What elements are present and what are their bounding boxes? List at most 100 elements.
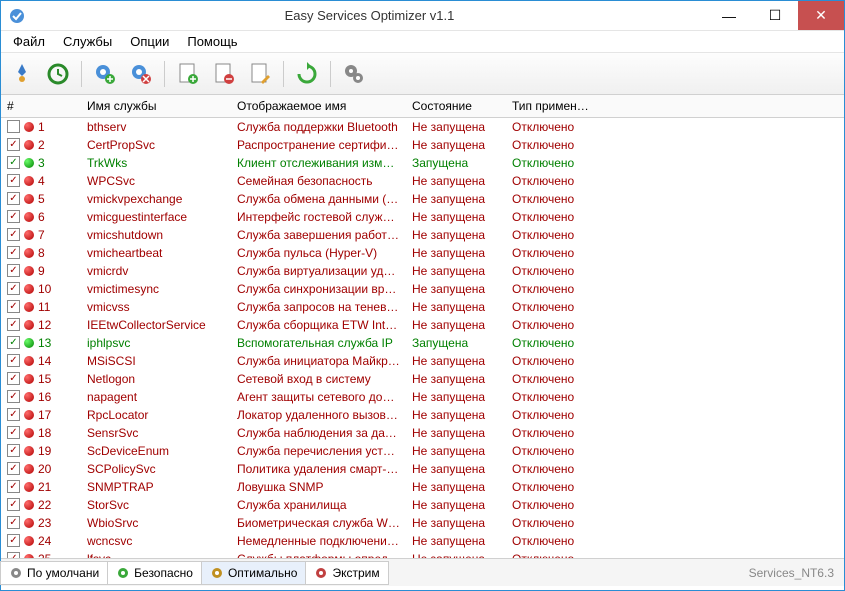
row-checkbox[interactable]: ✓ (7, 426, 20, 439)
profile-extreme[interactable]: Экстрим (305, 561, 388, 585)
table-row[interactable]: ✓21SNMPTRAPЛовушка SNMPНе запущенаОтключ… (1, 478, 844, 496)
row-checkbox[interactable]: ✓ (7, 210, 20, 223)
row-checkbox[interactable]: ✓ (7, 480, 20, 493)
row-checkbox[interactable] (7, 120, 20, 133)
row-checkbox[interactable]: ✓ (7, 282, 20, 295)
table-row[interactable]: 1bthservСлужба поддержки BluetoothНе зап… (1, 118, 844, 136)
cell-display-name: Служба поддержки Bluetooth (231, 118, 406, 136)
cell-apply: Отключено (506, 370, 844, 388)
row-checkbox[interactable]: ✓ (7, 318, 20, 331)
profile-safe[interactable]: Безопасно (107, 561, 202, 585)
profile-default[interactable]: По умолчани (0, 561, 108, 585)
row-checkbox[interactable]: ✓ (7, 534, 20, 547)
table-row[interactable]: ✓19ScDeviceEnumСлужба перечисления устро… (1, 442, 844, 460)
profile-label: Безопасно (134, 566, 193, 580)
col-apply-type[interactable]: Тип примен… (506, 95, 844, 118)
menu-help[interactable]: Помощь (179, 32, 245, 51)
row-checkbox[interactable]: ✓ (7, 138, 20, 151)
table-row[interactable]: ✓15NetlogonСетевой вход в системуНе запу… (1, 370, 844, 388)
row-checkbox[interactable]: ✓ (7, 372, 20, 385)
table-row[interactable]: ✓11vmicvssСлужба запросов на теневое …Не… (1, 298, 844, 316)
toolbar-settings-button[interactable] (339, 59, 369, 89)
minimize-button[interactable]: — (706, 1, 752, 30)
cell-state: Запущена (406, 334, 506, 352)
toolbar-gear-add-button[interactable] (90, 59, 120, 89)
row-number: 18 (38, 426, 51, 440)
table-header-row: # Имя службы Отображаемое имя Состояние … (1, 95, 844, 118)
close-button[interactable]: ✕ (798, 1, 844, 30)
row-checkbox[interactable]: ✓ (7, 174, 20, 187)
cell-apply: Отключено (506, 550, 844, 559)
row-checkbox[interactable]: ✓ (7, 516, 20, 529)
table-row[interactable]: ✓2CertPropSvcРаспространение сертификата… (1, 136, 844, 154)
status-dot-icon (24, 140, 34, 150)
cell-apply: Отключено (506, 136, 844, 154)
cell-state: Не запущена (406, 406, 506, 424)
table-row[interactable]: ✓20SCPolicySvcПолитика удаления смарт-ка… (1, 460, 844, 478)
row-checkbox[interactable]: ✓ (7, 156, 20, 169)
row-checkbox[interactable]: ✓ (7, 246, 20, 259)
row-checkbox[interactable]: ✓ (7, 192, 20, 205)
maximize-button[interactable]: ☐ (752, 1, 798, 30)
row-checkbox[interactable]: ✓ (7, 498, 20, 511)
col-number[interactable]: # (1, 95, 81, 118)
row-number: 6 (38, 210, 45, 224)
row-checkbox[interactable]: ✓ (7, 462, 20, 475)
toolbar-refresh-button[interactable] (292, 59, 322, 89)
table-row[interactable]: ✓23WbioSrvcБиометрическая служба Wind…Не… (1, 514, 844, 532)
col-display-name[interactable]: Отображаемое имя (231, 95, 406, 118)
col-state[interactable]: Состояние (406, 95, 506, 118)
status-dot-icon (24, 320, 34, 330)
table-row[interactable]: ✓6vmicguestinterfaceИнтерфейс гостевой с… (1, 208, 844, 226)
table-row[interactable]: ✓25lfsvcСлужбы платформы определ…Не запу… (1, 550, 844, 559)
cell-state: Не запущена (406, 514, 506, 532)
table-row[interactable]: ✓17RpcLocatorЛокатор удаленного вызова …… (1, 406, 844, 424)
table-row[interactable]: ✓4WPCSvcСемейная безопасностьНе запущена… (1, 172, 844, 190)
menu-services[interactable]: Службы (55, 32, 120, 51)
cell-display-name: Служба синхронизации време… (231, 280, 406, 298)
table-row[interactable]: ✓8vmicheartbeatСлужба пульса (Hyper-V)Не… (1, 244, 844, 262)
table-row[interactable]: ✓12IEEtwCollectorServiceСлужба сборщика … (1, 316, 844, 334)
row-checkbox[interactable]: ✓ (7, 300, 20, 313)
table-row[interactable]: ✓10vmictimesyncСлужба синхронизации врем… (1, 280, 844, 298)
cell-state: Не запущена (406, 352, 506, 370)
table-row[interactable]: ✓22StorSvcСлужба хранилищаНе запущенаОтк… (1, 496, 844, 514)
toolbar-doc-add-button[interactable] (173, 59, 203, 89)
cell-display-name: Служба сборщика ETW Intern… (231, 316, 406, 334)
table-row[interactable]: ✓9vmicrdvСлужба виртуализации удал…Не за… (1, 262, 844, 280)
menu-file[interactable]: Файл (5, 32, 53, 51)
row-checkbox[interactable]: ✓ (7, 444, 20, 457)
gear-icon (116, 566, 130, 580)
toolbar-doc-remove-button[interactable] (209, 59, 239, 89)
toolbar-clock-button[interactable] (43, 59, 73, 89)
status-dot-icon (24, 212, 34, 222)
row-checkbox[interactable]: ✓ (7, 264, 20, 277)
table-row[interactable]: ✓5vmickvpexchangeСлужба обмена данными (… (1, 190, 844, 208)
toolbar-gear-remove-button[interactable] (126, 59, 156, 89)
cell-display-name: Служба запросов на теневое … (231, 298, 406, 316)
service-table-wrap[interactable]: # Имя службы Отображаемое имя Состояние … (1, 95, 844, 558)
table-row[interactable]: ✓3TrkWksКлиент отслеживания измени…Запущ… (1, 154, 844, 172)
table-row[interactable]: ✓13iphlpsvcВспомогательная служба IPЗапу… (1, 334, 844, 352)
col-service-name[interactable]: Имя службы (81, 95, 231, 118)
menu-options[interactable]: Опции (122, 32, 177, 51)
toolbar-rocket-button[interactable] (7, 59, 37, 89)
row-checkbox[interactable]: ✓ (7, 390, 20, 403)
cell-display-name: Немедленные подключения … (231, 532, 406, 550)
toolbar-doc-edit-button[interactable] (245, 59, 275, 89)
cell-service-name: vmicheartbeat (81, 244, 231, 262)
table-row[interactable]: ✓24wcncsvcНемедленные подключения …Не за… (1, 532, 844, 550)
row-checkbox[interactable]: ✓ (7, 336, 20, 349)
row-checkbox[interactable]: ✓ (7, 408, 20, 421)
row-checkbox[interactable]: ✓ (7, 552, 20, 558)
cell-service-name: vmickvpexchange (81, 190, 231, 208)
table-row[interactable]: ✓18SensrSvcСлужба наблюдения за датч…Не … (1, 424, 844, 442)
profile-optimal[interactable]: Оптимально (201, 561, 307, 585)
row-checkbox[interactable]: ✓ (7, 228, 20, 241)
table-row[interactable]: ✓7vmicshutdownСлужба завершения работы …… (1, 226, 844, 244)
table-row[interactable]: ✓16napagentАгент защиты сетевого дост…Не… (1, 388, 844, 406)
toolbar-separator (164, 61, 165, 87)
table-row[interactable]: ✓14MSiSCSIСлужба инициатора Майкрос…Не з… (1, 352, 844, 370)
row-checkbox[interactable]: ✓ (7, 354, 20, 367)
profile-label: Оптимально (228, 566, 298, 580)
